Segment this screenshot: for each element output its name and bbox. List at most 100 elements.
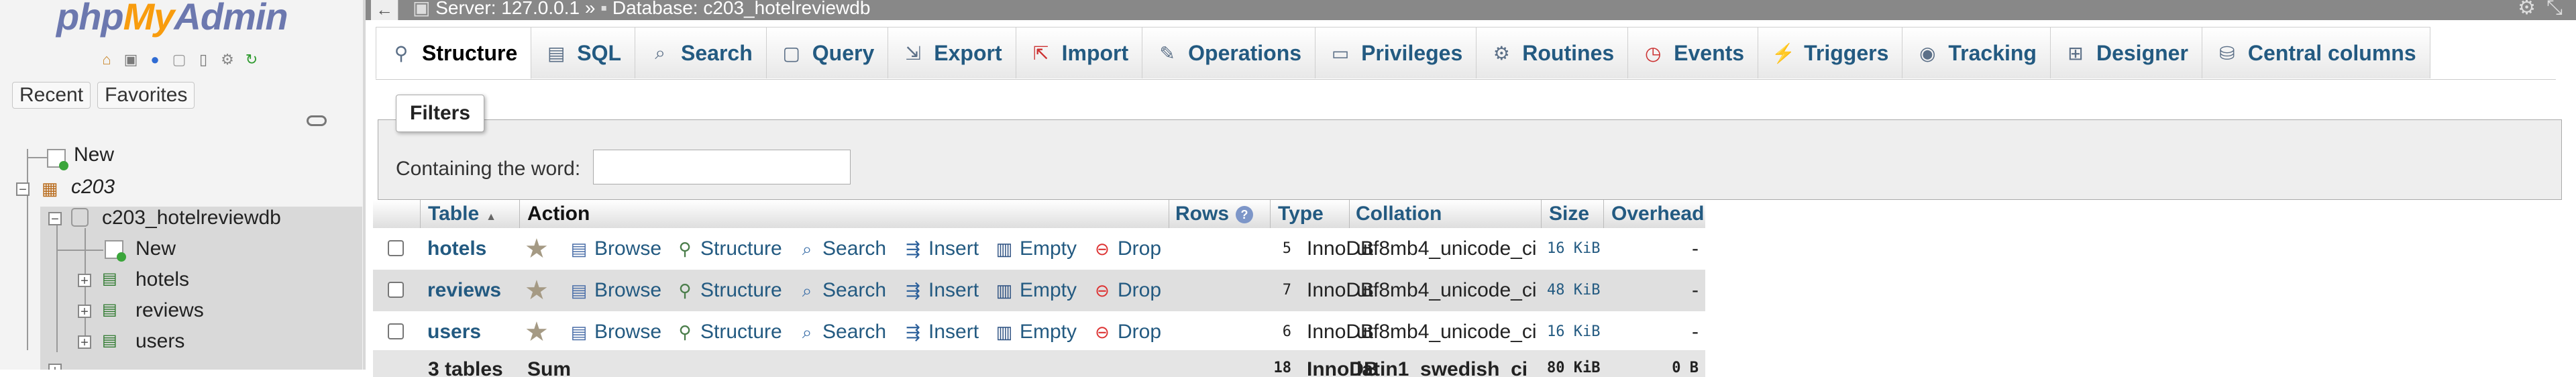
tab-designer[interactable]: ⊞ Designer xyxy=(2049,27,2202,78)
drop-action[interactable]: ⊖ Drop xyxy=(1091,279,1161,302)
tree-table-hotels[interactable]: hotels xyxy=(136,268,189,291)
central-columns-icon: ⛁ xyxy=(2219,42,2235,64)
home-icon[interactable]: ⌂ xyxy=(97,50,117,70)
empty-action[interactable]: ▥ Empty xyxy=(993,321,1077,343)
query-icon: ▢ xyxy=(782,42,800,64)
tab-tracking[interactable]: ◉ Tracking xyxy=(1902,27,2051,78)
structure-action[interactable]: ⚲ Structure xyxy=(674,237,782,260)
logout-icon[interactable]: ▣ xyxy=(121,50,141,70)
drop-icon: ⊖ xyxy=(1095,280,1110,301)
row-checkbox[interactable] xyxy=(388,240,404,256)
table-name-link[interactable]: reviews xyxy=(427,279,501,302)
tab-triggers[interactable]: ⚡ Triggers xyxy=(1758,27,1903,78)
table-size-link[interactable]: 16 KiB xyxy=(1547,323,1600,340)
browse-icon: ▤ xyxy=(570,280,588,301)
browse-action[interactable]: ▤ Browse xyxy=(568,279,661,302)
query-window-icon[interactable]: ▯ xyxy=(193,50,213,70)
summary-overhead: 0 B xyxy=(1672,360,1699,376)
table-icon: ▤ xyxy=(102,270,117,288)
nav-icons: ⌂ ▣ ● ▢ ▯ ⚙ ↻ xyxy=(97,50,262,70)
gear-icon[interactable]: ⚙ xyxy=(2518,0,2536,18)
tree-table-reviews[interactable]: reviews xyxy=(136,299,204,322)
help-icon[interactable]: ? xyxy=(1236,206,1254,224)
tree-new-table[interactable]: New xyxy=(136,237,176,260)
tab-export[interactable]: ⇲ Export xyxy=(888,27,1016,78)
structure-action[interactable]: ⚲ Structure xyxy=(674,321,782,343)
recent-button[interactable]: Recent xyxy=(12,82,91,109)
expand-icon[interactable]: + xyxy=(78,274,91,288)
tab-operations[interactable]: ✎ Operations xyxy=(1142,27,1316,78)
search-action[interactable]: ⌕ Search xyxy=(796,321,886,343)
row-checkbox[interactable] xyxy=(388,323,404,339)
header-size[interactable]: Size xyxy=(1549,203,1589,225)
filter-input[interactable] xyxy=(593,150,851,184)
overhead: - xyxy=(1692,279,1699,301)
link-icon[interactable] xyxy=(307,115,327,126)
search-action[interactable]: ⌕ Search xyxy=(796,237,886,260)
database-icon xyxy=(71,208,89,227)
tab-structure[interactable]: ⚲ Structure xyxy=(376,27,532,79)
settings-icon[interactable]: ⚙ xyxy=(217,50,237,70)
filters-fieldset: Filters Containing the word: xyxy=(378,95,2562,200)
favorite-star-icon[interactable]: ★ xyxy=(525,317,549,347)
header-overhead[interactable]: Overhead xyxy=(1611,203,1704,225)
row-checkbox[interactable] xyxy=(388,282,404,298)
favorite-star-icon[interactable]: ★ xyxy=(525,233,549,264)
phpmyadmin-logo[interactable]: phpMyAdmin xyxy=(56,0,288,40)
empty-action[interactable]: ▥ Empty xyxy=(993,279,1077,302)
browse-action[interactable]: ▤ Browse xyxy=(568,321,661,343)
header-table[interactable]: Table ▲ xyxy=(428,203,496,225)
table-name-link[interactable]: hotels xyxy=(427,237,486,260)
tree-new-database[interactable]: New xyxy=(74,144,114,166)
favorite-star-icon[interactable]: ★ xyxy=(525,275,549,306)
drop-action[interactable]: ⊖ Drop xyxy=(1091,321,1161,343)
search-icon: ⌕ xyxy=(802,280,812,301)
tab-import[interactable]: ⇱ Import xyxy=(1015,27,1143,78)
docs-alt-icon[interactable]: ▢ xyxy=(169,50,189,70)
insert-action[interactable]: ⇶ Insert xyxy=(902,279,979,302)
back-arrow-icon[interactable]: ← xyxy=(371,0,398,20)
tab-search[interactable]: ⌕ Search xyxy=(635,27,767,78)
empty-icon: ▥ xyxy=(996,239,1013,259)
tab-routines[interactable]: ⚙ Routines xyxy=(1476,27,1629,78)
export-icon: ⇲ xyxy=(905,42,921,64)
table-size-link[interactable]: 16 KiB xyxy=(1547,240,1600,257)
tree-database[interactable]: c203_hotelreviewdb xyxy=(102,207,281,229)
database-icon: ▪ xyxy=(600,0,608,18)
insert-action[interactable]: ⇶ Insert xyxy=(902,237,979,260)
empty-action[interactable]: ▥ Empty xyxy=(993,237,1077,260)
server-breadcrumb-bar: ← ▣ Server: 127.0.0.1 » ▪ Database: c203… xyxy=(366,0,2576,20)
collapse-icon[interactable]: − xyxy=(48,212,62,226)
insert-action[interactable]: ⇶ Insert xyxy=(902,321,979,343)
drop-action[interactable]: ⊖ Drop xyxy=(1091,237,1161,260)
tree-server-group[interactable]: c203 xyxy=(71,176,115,199)
close-icon[interactable]: ⤡ xyxy=(2546,0,2563,18)
header-collation[interactable]: Collation xyxy=(1356,203,1442,225)
tab-query[interactable]: ▢ Query xyxy=(765,27,889,78)
breadcrumb-database[interactable]: Database: c203_hotelreviewdb xyxy=(612,0,870,18)
browse-action[interactable]: ▤ Browse xyxy=(568,237,661,260)
panel-splitter[interactable] xyxy=(363,0,366,370)
collapse-icon[interactable]: − xyxy=(16,182,30,197)
favorites-button[interactable]: Favorites xyxy=(97,82,195,109)
search-action[interactable]: ⌕ Search xyxy=(796,279,886,302)
reload-icon[interactable]: ↻ xyxy=(241,50,262,70)
expand-icon[interactable]: + xyxy=(78,305,91,319)
new-table-icon[interactable] xyxy=(105,240,126,262)
table-size-link[interactable]: 48 KiB xyxy=(1547,282,1600,299)
structure-action[interactable]: ⚲ Structure xyxy=(674,279,782,302)
tab-sql[interactable]: ▤ SQL xyxy=(531,27,636,78)
tree-table-users[interactable]: users xyxy=(136,330,184,353)
expand-icon[interactable]: + xyxy=(48,364,62,370)
events-icon: ◷ xyxy=(1644,42,1662,64)
header-rows[interactable]: Rows? xyxy=(1175,203,1254,225)
new-database-icon[interactable] xyxy=(47,149,68,170)
breadcrumb-server[interactable]: Server: 127.0.0.1 xyxy=(435,0,580,18)
expand-icon[interactable]: + xyxy=(78,335,91,349)
tab-privileges[interactable]: ▭ Privileges xyxy=(1315,27,1477,78)
tab-events[interactable]: ◷ Events xyxy=(1627,27,1759,78)
tab-central-columns[interactable]: ⛁ Central columns xyxy=(2201,27,2430,78)
header-type[interactable]: Type xyxy=(1278,203,1324,225)
docs-icon[interactable]: ● xyxy=(145,50,165,70)
table-name-link[interactable]: users xyxy=(427,321,481,343)
